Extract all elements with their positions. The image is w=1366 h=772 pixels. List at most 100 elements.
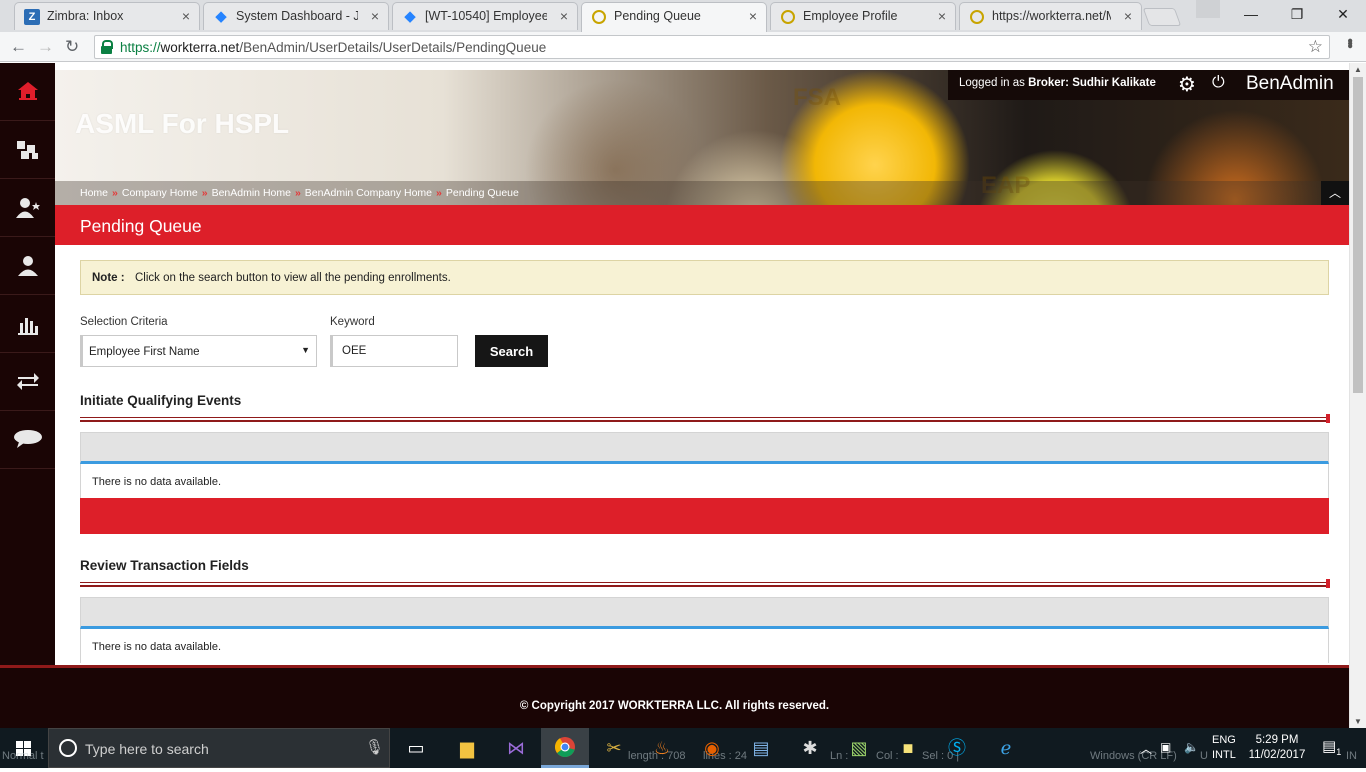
internet-explorer-icon: ℯ [1000,738,1012,758]
firefox-button[interactable]: ◉ [688,728,736,768]
sidebar-item-plans[interactable] [0,121,55,179]
bookmark-star-icon[interactable]: ☆ [1308,37,1323,57]
browser-tab-jira-issue[interactable]: ◆ [WT-10540] Employee Export × [392,2,578,30]
media-app-button[interactable]: ♨ [638,728,686,768]
firefox-icon: ◉ [704,738,720,758]
browser-tab-zimbra[interactable]: Z Zimbra: Inbox × [14,2,200,30]
review-transaction-grid: There is no data available. [80,597,1329,663]
scroll-up-icon[interactable]: ▲ [1354,65,1362,74]
sidebar-item-home[interactable] [0,63,55,121]
close-window-button[interactable]: ✕ [1320,0,1366,28]
user-icon [0,255,55,283]
workterra-icon [592,10,606,24]
address-bar: ← → ↻ https://workterra.net/BenAdmin/Use… [0,32,1366,62]
volume-icon[interactable]: 🔈 [1184,740,1199,754]
url-input[interactable]: https://workterra.net/BenAdmin/UserDetai… [94,35,1330,59]
background-status-text: Normal t [2,750,44,762]
restore-button[interactable]: ❐ [1274,0,1320,28]
close-icon[interactable]: × [1124,8,1132,24]
tools-app-button[interactable]: ✂ [590,728,638,768]
selection-criteria-select[interactable]: Employee First Name ▼ [80,335,317,367]
skype-icon: Ⓢ [948,738,966,758]
tab-title: Employee Profile [803,9,898,23]
internet-explorer-button[interactable]: ℯ [982,728,1030,768]
minimize-button[interactable]: — [1228,0,1274,28]
microphone-icon[interactable]: 🎙 [365,738,384,756]
grid-header [80,432,1329,464]
tab-title: Pending Queue [614,9,701,23]
forward-icon[interactable]: → [37,37,54,57]
notification-center-icon[interactable]: ▤1 [1322,737,1341,757]
file-explorer-button[interactable]: ▆ [443,728,491,768]
breadcrumb-company-home[interactable]: Company Home [122,187,198,199]
notepad-icon: ▧ [850,738,868,758]
sidebar-item-add-user[interactable] [0,179,55,237]
chevron-up-icon: ︿ [1328,186,1341,200]
language-indicator[interactable]: ENG INTL [1212,733,1236,763]
zimbra-icon: Z [24,9,40,25]
browser-tab-workterra[interactable]: https://workterra.net/M × [959,2,1142,30]
system-clock[interactable]: 5:29 PM 11/02/2017 [1248,733,1306,763]
page-header: Pending Queue [55,205,1349,245]
close-icon[interactable]: × [371,8,379,24]
tools-icon: ✂ [606,738,622,758]
keyword-input[interactable] [330,335,458,367]
breadcrumb-home[interactable]: Home [80,187,108,199]
start-button[interactable] [0,728,48,768]
bar-chart-icon [0,313,55,341]
browser-tab-jira-dashboard[interactable]: ◆ System Dashboard - JIRA × [203,2,389,30]
sidebar-item-messages[interactable] [0,411,55,469]
task-view-button[interactable]: ▭ [392,728,440,768]
close-icon[interactable]: × [749,8,757,24]
close-icon[interactable]: × [560,8,568,24]
notepad-app-button[interactable]: ▧ [835,728,883,768]
network-icon[interactable]: ▣ [1160,740,1171,754]
back-icon[interactable]: ← [10,37,27,57]
scroll-down-icon[interactable]: ▼ [1354,717,1362,726]
folder-icon: ▆ [460,738,474,758]
section-divider [80,414,1330,423]
database-app-button[interactable]: ▤ [737,728,785,768]
close-icon[interactable]: × [938,8,946,24]
section-divider [80,579,1330,588]
visual-studio-button[interactable]: ⋈ [492,728,540,768]
sticky-notes-button[interactable]: ■ [884,728,932,768]
lock-icon [101,40,113,54]
reload-icon[interactable]: ↻ [65,37,79,57]
skype-button[interactable]: Ⓢ [933,728,981,768]
copyright-text: © Copyright 2017 WORKTERRA LLC. All righ… [519,700,830,712]
logged-in-info: Logged in as Broker: Sudhir Kalikate [959,77,1156,89]
url-text[interactable]: https://workterra.net/BenAdmin/UserDetai… [120,40,546,55]
page-scrollbar[interactable]: ▲ ▼ [1349,63,1366,728]
home-icon [0,81,55,107]
close-icon[interactable]: × [182,8,190,24]
sidebar-item-employee[interactable] [0,237,55,295]
chat-bubble-icon [0,429,55,455]
breadcrumb-benadmin-home[interactable]: BenAdmin Home [212,187,291,199]
page-footer: © Copyright 2017 WORKTERRA LLC. All righ… [0,665,1349,728]
new-tab-button[interactable] [1142,8,1182,26]
selection-value: Employee First Name [89,346,200,358]
search-button[interactable]: Search [475,335,548,367]
menu-dots-icon[interactable]: ••• [1340,38,1358,46]
profile-icon[interactable] [1196,0,1220,18]
collapse-banner-button[interactable]: ︿ [1321,181,1349,205]
section-title-review-transaction: Review Transaction Fields [80,558,249,573]
taskbar-search-input[interactable]: Type here to search 🎙 [48,728,390,768]
browser-tab-employee-profile[interactable]: Employee Profile × [770,2,956,30]
browser-tab-pending-queue[interactable]: Pending Queue × [581,2,767,32]
paint-app-button[interactable]: ✱ [786,728,834,768]
grid-header [80,597,1329,629]
power-icon[interactable]: ⏻ [1212,74,1225,92]
chevron-up-icon[interactable]: ︿ [1140,740,1152,757]
puzzle-icon [0,139,55,167]
scroll-thumb[interactable] [1353,77,1363,393]
grid-footer [80,498,1329,534]
qualifying-events-grid: There is no data available. [80,432,1329,534]
gear-icon[interactable]: ⚙ [1178,72,1196,97]
grid-empty-row: There is no data available. [80,464,1329,498]
sidebar-item-reports[interactable] [0,295,55,353]
chrome-button[interactable] [541,728,589,768]
sidebar-item-transfer[interactable] [0,353,55,411]
breadcrumb-benadmin-company-home[interactable]: BenAdmin Company Home [305,187,432,199]
